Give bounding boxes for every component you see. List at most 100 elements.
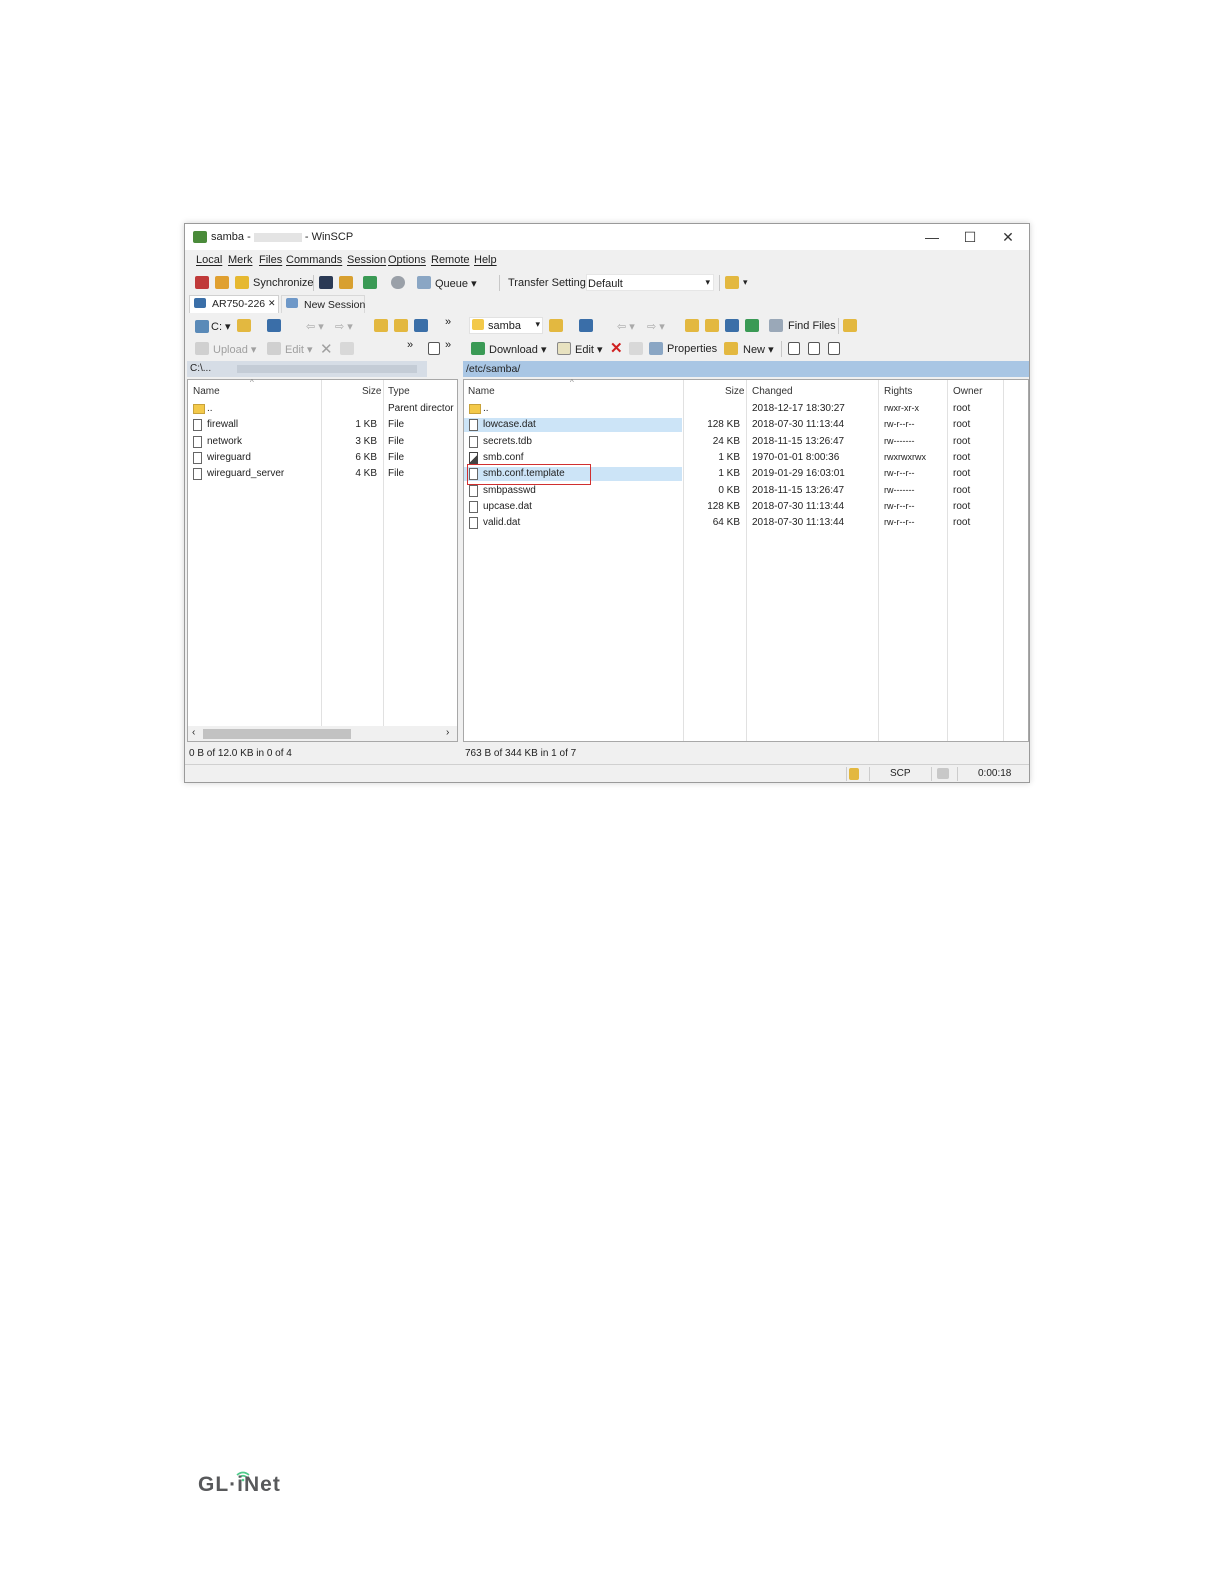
menu-remote[interactable]: Remote: [431, 254, 470, 266]
minimize-button[interactable]: —: [913, 224, 951, 250]
table-row[interactable]: wireguard_server 4 KB File: [188, 466, 457, 482]
home-icon[interactable]: [414, 319, 428, 332]
chevron-down-icon[interactable]: ▾: [743, 277, 748, 288]
open-folder-icon[interactable]: [237, 319, 251, 332]
file-type: File: [388, 419, 405, 431]
site-manager-icon[interactable]: [725, 276, 739, 289]
delete-icon[interactable]: ✕: [320, 340, 333, 358]
unselect-icon[interactable]: [808, 342, 820, 355]
menu-options[interactable]: Options: [388, 254, 426, 266]
tab-new-session[interactable]: New Session: [281, 295, 365, 313]
remote-file-panel[interactable]: ^ Name Size Changed Rights Owner .. 2018-…: [463, 378, 1029, 742]
table-row[interactable]: upcase.dat 128 KB 2018-07-30 11:13:44 rw-r-…: [464, 499, 1028, 515]
open-folder-icon[interactable]: [549, 319, 563, 332]
rename-icon[interactable]: [629, 342, 643, 355]
table-row[interactable]: firewall 1 KB File: [188, 417, 457, 433]
filter-icon[interactable]: [267, 319, 281, 332]
upload-button[interactable]: Upload ▾: [213, 343, 256, 356]
transfer-settings-dropdown[interactable]: Default ▾: [586, 274, 714, 291]
column-header-type[interactable]: Type: [388, 386, 410, 397]
more-icon[interactable]: »: [445, 316, 451, 328]
parent-directory-icon[interactable]: [374, 319, 388, 332]
rename-icon[interactable]: [340, 342, 354, 355]
home-icon[interactable]: [725, 319, 739, 332]
local-browser-icon[interactable]: [195, 276, 209, 289]
new-icon[interactable]: [428, 342, 440, 355]
delete-icon[interactable]: ✕: [610, 339, 623, 357]
column-header-size[interactable]: Size: [725, 386, 744, 397]
file-changed: 2019-01-29 16:03:01: [752, 468, 845, 480]
column-header-changed[interactable]: Changed: [752, 386, 793, 397]
find-files-button[interactable]: Find Files: [788, 320, 836, 332]
forward-arrow-icon[interactable]: ⇨ ▾: [647, 320, 665, 333]
file-name: secrets.tdb: [483, 435, 532, 447]
select-icon[interactable]: [788, 342, 800, 355]
remote-path-bar[interactable]: /etc/samba/: [463, 361, 1029, 377]
gear-icon[interactable]: [391, 276, 405, 289]
redacted-path: [237, 365, 417, 373]
chevron-down-icon: ▾: [705, 277, 710, 287]
column-header-name[interactable]: Name: [468, 386, 495, 397]
more-icon[interactable]: »: [445, 339, 451, 351]
refresh-icon[interactable]: [745, 319, 759, 332]
scroll-left-icon[interactable]: ‹: [192, 727, 195, 738]
table-row[interactable]: valid.dat 64 KB 2018-07-30 11:13:44 rw-r--r…: [464, 515, 1028, 531]
console-icon[interactable]: [319, 276, 333, 289]
table-row[interactable]: .. 2018-12-17 18:30:27 rwxr-xr-x root: [464, 401, 1028, 417]
select-all-icon[interactable]: [828, 342, 840, 355]
table-row[interactable]: .. Parent director: [188, 401, 457, 417]
menu-help[interactable]: Help: [474, 254, 497, 266]
scroll-right-icon[interactable]: ›: [446, 727, 449, 738]
close-tab-icon[interactable]: ✕: [268, 298, 276, 309]
monitor-icon: [194, 298, 206, 308]
new-button[interactable]: New ▾: [743, 343, 774, 356]
file-icon: [193, 468, 202, 481]
root-directory-icon[interactable]: [394, 319, 408, 332]
more-icon[interactable]: »: [407, 339, 413, 351]
table-row[interactable]: secrets.tdb 24 KB 2018-11-15 13:26:47 rw---…: [464, 434, 1028, 450]
scrollbar-thumb[interactable]: [203, 729, 351, 739]
table-row[interactable]: network 3 KB File: [188, 434, 457, 450]
column-header-size[interactable]: Size: [362, 386, 381, 397]
menu-merk[interactable]: Merk: [228, 254, 252, 266]
local-file-panel[interactable]: ^ Name Size Type .. Parent director firewa…: [187, 378, 458, 742]
menu-files[interactable]: Files: [259, 254, 282, 266]
queue-button[interactable]: Queue ▾: [435, 277, 477, 290]
file-name: wireguard: [207, 451, 251, 463]
table-row[interactable]: wireguard 6 KB File: [188, 450, 457, 466]
close-button[interactable]: ✕: [989, 224, 1027, 250]
table-row[interactable]: lowcase.dat 128 KB 2018-07-30 11:13:44 rw-r…: [464, 417, 1028, 433]
parent-directory-icon[interactable]: [685, 319, 699, 332]
horizontal-scrollbar[interactable]: ‹ ›: [188, 726, 457, 741]
file-owner: root: [953, 451, 971, 463]
column-header-name[interactable]: Name: [193, 386, 220, 397]
back-arrow-icon[interactable]: ⇦ ▾: [306, 320, 324, 333]
download-button[interactable]: Download ▾: [489, 343, 547, 356]
file-owner: root: [953, 419, 971, 431]
properties-button[interactable]: Properties: [667, 343, 717, 355]
tree-icon[interactable]: [843, 319, 857, 332]
back-arrow-icon[interactable]: ⇦ ▾: [617, 320, 635, 333]
menu-local[interactable]: Local: [196, 254, 222, 266]
local-edit-button[interactable]: Edit ▾: [285, 343, 313, 356]
drive-selector[interactable]: C: ▾: [211, 320, 231, 333]
keep-up-to-date-icon[interactable]: [363, 276, 377, 289]
file-type: File: [388, 435, 405, 447]
column-header-rights[interactable]: Rights: [884, 386, 912, 397]
synchronize-button[interactable]: Synchronize: [253, 277, 314, 289]
column-header-owner[interactable]: Owner: [953, 386, 982, 397]
menu-commands[interactable]: Commands: [286, 254, 342, 266]
menu-session[interactable]: Session: [347, 254, 386, 266]
putty-icon[interactable]: [339, 276, 353, 289]
root-directory-icon[interactable]: [705, 319, 719, 332]
maximize-button[interactable]: ☐: [951, 224, 989, 250]
remote-edit-button[interactable]: Edit ▾: [575, 343, 603, 356]
toolbar-separator: [313, 275, 314, 291]
forward-arrow-icon[interactable]: ⇨ ▾: [335, 320, 353, 333]
local-path-bar[interactable]: C:\...: [187, 361, 427, 377]
filter-icon[interactable]: [579, 319, 593, 332]
compare-directories-icon[interactable]: [215, 276, 229, 289]
tab-ar750-226[interactable]: AR750-226 ✕: [189, 295, 279, 313]
remote-folder-selector[interactable]: samba ▾: [469, 317, 543, 334]
file-changed: 2018-12-17 18:30:27: [752, 403, 845, 414]
